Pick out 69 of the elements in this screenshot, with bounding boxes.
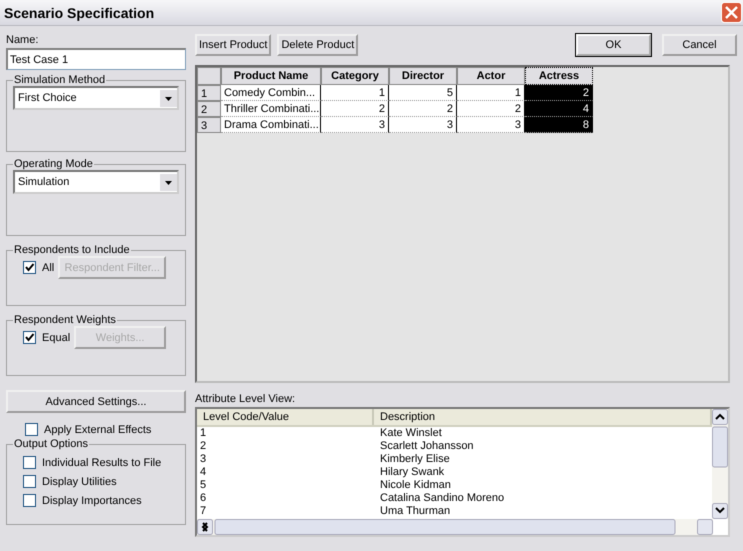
close-icon[interactable] (721, 2, 742, 23)
row-header: 2 (197, 101, 221, 117)
checkbox-label: Display Importances (42, 494, 142, 506)
list-cell-text: Uma Thurman (379, 505, 452, 518)
checkbox[interactable] (23, 331, 36, 344)
group-title: Operating Mode (13, 158, 94, 170)
checkbox[interactable] (23, 261, 36, 274)
list-cell-text: Nicole Kidman (379, 479, 452, 492)
column-header[interactable]: Actor (457, 67, 525, 85)
checkbox[interactable] (23, 456, 36, 469)
table-cell[interactable]: 2 (457, 101, 525, 117)
checkbox[interactable] (23, 494, 36, 507)
horizontal-scrollbar[interactable] (197, 519, 713, 535)
group-title: Respondent Weights (13, 314, 117, 326)
dialog-button[interactable]: Cancel (662, 34, 737, 56)
table-cell[interactable]: Drama Combinati... (221, 117, 321, 133)
checkbox-label: Equal (42, 332, 70, 344)
checkbox-label: Apply External Effects (44, 424, 152, 436)
list-cell-text: 4 (199, 466, 208, 479)
toolbar-button[interactable]: Insert Product (195, 34, 272, 56)
column-header[interactable]: Actress (525, 67, 593, 85)
list-cell-text: Hilary Swank (379, 466, 446, 479)
list-cell-text: Catalina Sandino Moreno (379, 492, 506, 505)
list-cell-text: 5 (199, 479, 208, 492)
table-cell[interactable]: 3 (457, 117, 525, 133)
column-header[interactable]: Product Name (221, 67, 321, 85)
checkbox-label: Display Utilities (42, 476, 117, 488)
table-cell[interactable]: 2 (389, 101, 457, 117)
table-cell[interactable]: 2 (525, 85, 593, 101)
table-cell[interactable]: Thriller Combinati... (221, 101, 321, 117)
list-cell-text: 3 (199, 453, 208, 466)
column-header[interactable]: Level Code/Value (197, 409, 374, 425)
list-cell-text: Kate Winslet (379, 427, 443, 440)
checkbox-label: Individual Results to File (42, 456, 162, 468)
list-cell-text: 2 (199, 440, 208, 453)
list-cell-text: Kimberly Elise (379, 453, 451, 466)
checkbox-label: All (42, 262, 54, 274)
column-header[interactable]: Director (389, 67, 457, 85)
name-field[interactable]: Test Case 1 (6, 48, 186, 70)
table-cell[interactable]: 1 (321, 85, 389, 101)
table-cell[interactable]: 3 (389, 117, 457, 133)
row-header: 3 (197, 117, 221, 133)
list-cell-text: 6 (199, 492, 208, 505)
table-cell[interactable]: 3 (321, 117, 389, 133)
window-title: Scenario Specification (4, 4, 154, 20)
name-label: Name: (6, 34, 40, 46)
table-cell[interactable]: 5 (389, 85, 457, 101)
checkbox[interactable] (23, 475, 36, 488)
list-cell-text: 1 (199, 427, 208, 440)
table-cell[interactable]: 1 (457, 85, 525, 101)
row-header: 1 (197, 85, 221, 101)
group-title: Simulation Method (13, 74, 106, 86)
dialog-button[interactable]: OK (576, 34, 651, 56)
table-cell[interactable]: 2 (321, 101, 389, 117)
table-cell[interactable]: 4 (525, 101, 593, 117)
attribute-view-label: Attribute Level View: (195, 393, 296, 405)
list-cell-text: Scarlett Johansson (379, 440, 475, 453)
advanced-settings-button[interactable]: Advanced Settings... (6, 390, 186, 413)
column-header[interactable]: Category (321, 67, 389, 85)
group-title: Output Options (13, 438, 89, 450)
vertical-scrollbar[interactable] (712, 409, 728, 519)
simulation-method-dropdown[interactable]: First Choice (13, 86, 179, 110)
table-cell[interactable]: Comedy Combin... (221, 85, 321, 101)
list-cell-text: 7 (199, 505, 208, 518)
toolbar-button[interactable]: Delete Product (277, 34, 358, 56)
checkbox[interactable] (25, 423, 38, 436)
group-title: Respondents to Include (13, 244, 131, 256)
table-cell[interactable]: 8 (525, 117, 593, 133)
operating-mode-dropdown[interactable]: Simulation (13, 170, 179, 194)
